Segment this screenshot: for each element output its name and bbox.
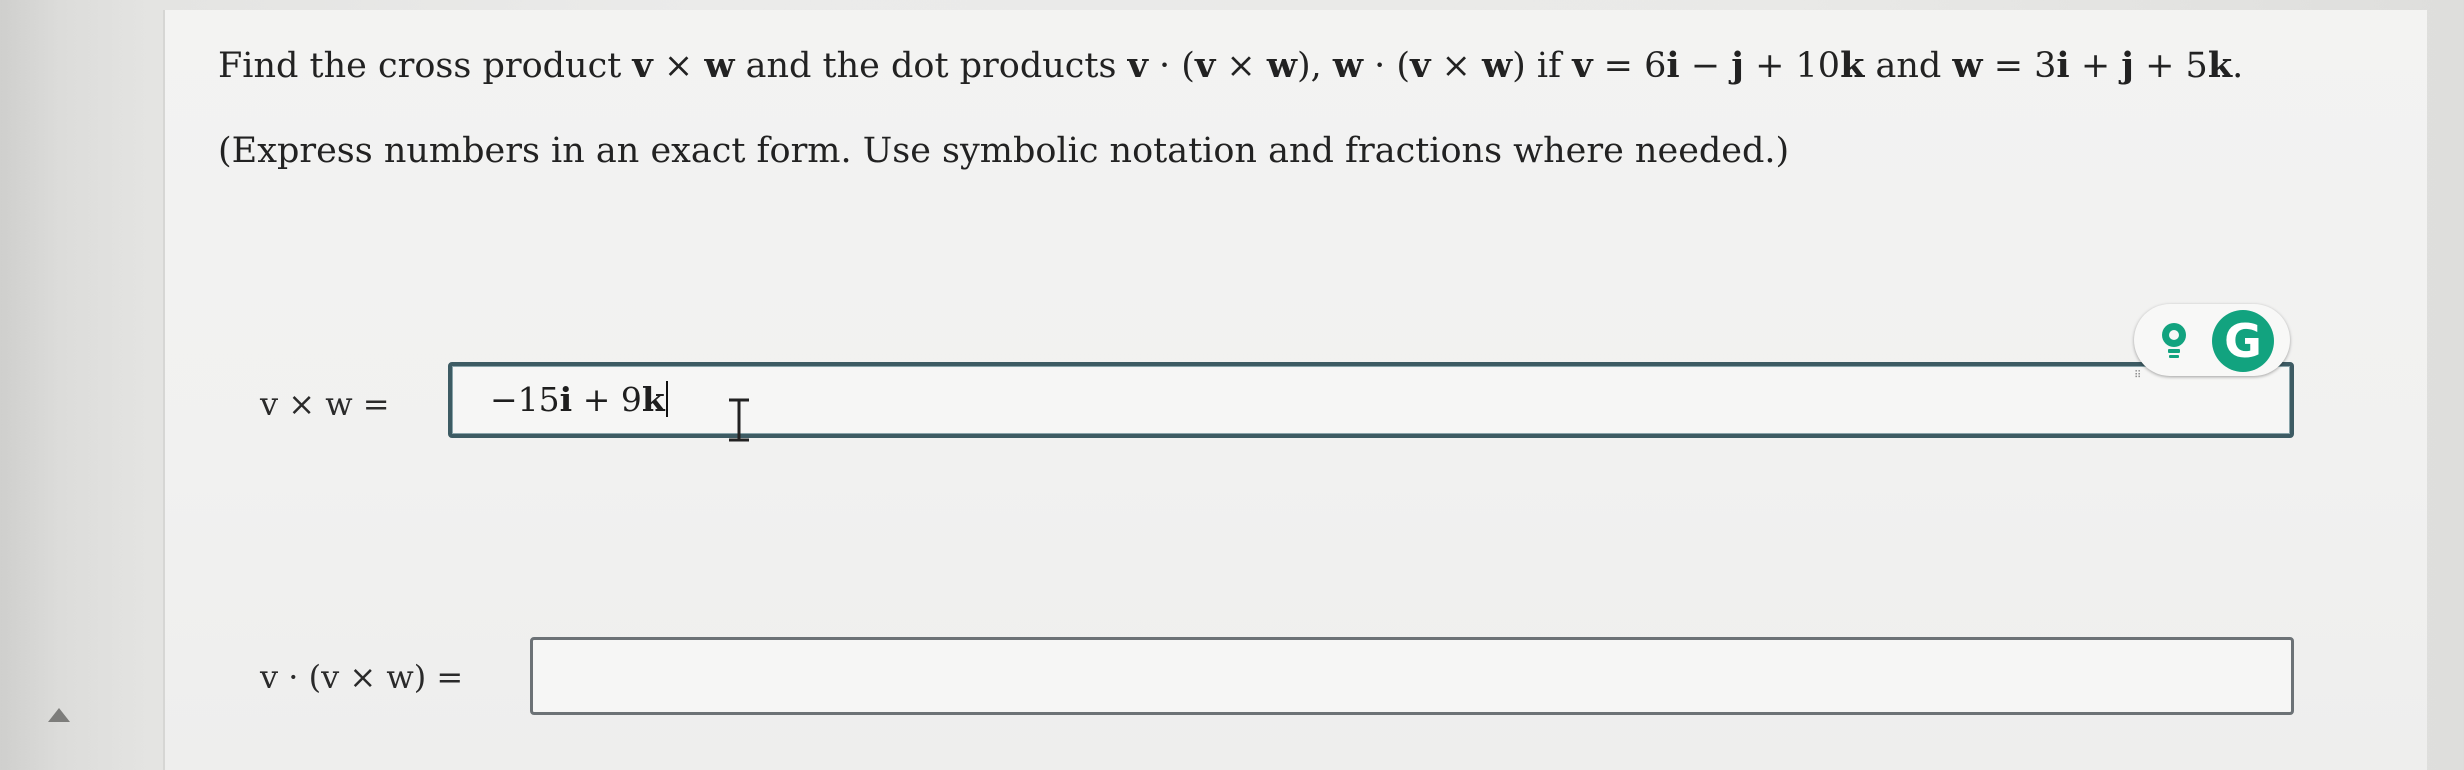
dot-product-input[interactable] — [530, 637, 2294, 715]
question-text: Find the cross product v × w and the dot… — [218, 45, 2244, 86]
ibeam-cursor-icon — [729, 398, 749, 442]
instruction-note: (Express numbers in an exact form. Use s… — [218, 131, 1790, 171]
grammarly-widget[interactable]: G — [2134, 304, 2290, 376]
dot-product-label: v · (v × w) = — [260, 658, 464, 696]
scroll-up-arrow-icon[interactable] — [48, 708, 70, 722]
drag-handle-icon[interactable]: ⠿ — [2134, 370, 2142, 381]
lightbulb-icon[interactable] — [2156, 320, 2192, 360]
text-caret — [665, 381, 668, 417]
cross-product-label: v × w = — [260, 385, 390, 423]
cross-product-value: −15i + 9k — [490, 378, 668, 422]
grammarly-logo-icon[interactable]: G — [2212, 310, 2274, 372]
